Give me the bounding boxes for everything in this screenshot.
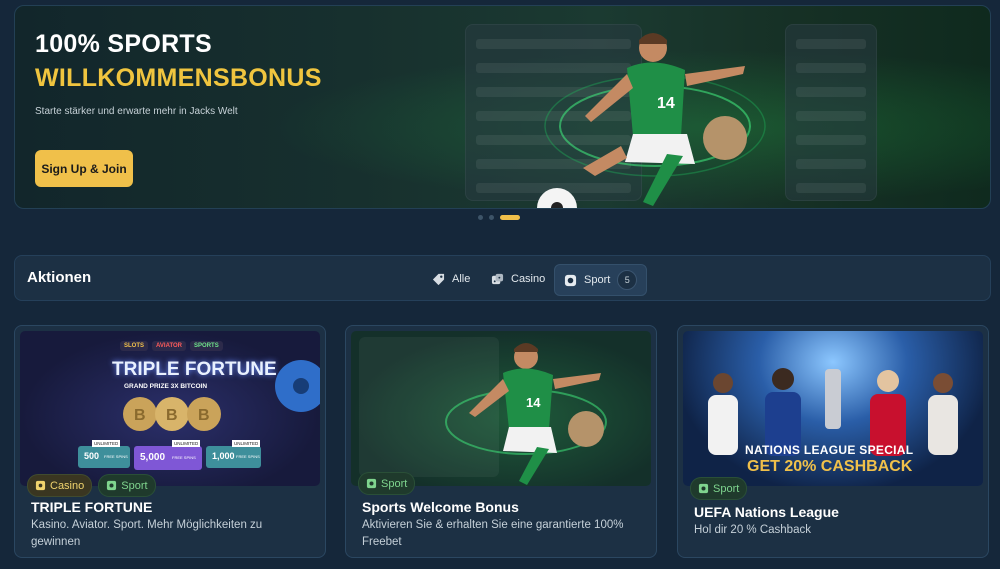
badge-label: Sport — [121, 479, 148, 492]
ticket-value: 5,000 — [140, 452, 166, 463]
carousel-indicator — [478, 215, 520, 220]
ticket-top: UNLIMITED — [92, 440, 121, 447]
tab-sport-label: Sport — [584, 274, 611, 286]
signup-button[interactable]: Sign Up & Join — [35, 150, 133, 187]
triple-fortune-sub: GRAND PRIZE 3X BITCOIN — [124, 383, 208, 390]
ticket-top: UNLIMITED — [232, 440, 261, 447]
sport-icon — [698, 483, 709, 494]
card-badges: Sport — [690, 477, 748, 500]
carousel-dot-active[interactable] — [500, 215, 520, 220]
carousel-dot[interactable] — [478, 215, 483, 220]
promo-line2: GET 20% CASHBACK — [747, 458, 913, 475]
ball-icon — [564, 274, 577, 286]
image-tag: SLOTS — [120, 341, 149, 351]
image-tag: AVIATOR — [152, 341, 187, 351]
sport-icon — [366, 478, 377, 489]
svg-text:B: B — [166, 407, 178, 424]
hero-banner[interactable]: 14 100% SPORTS WILLKOMMENSBONUS Starte s… — [14, 5, 991, 209]
tag-icon — [432, 273, 445, 285]
sport-badge: Sport — [358, 472, 416, 495]
svg-text:B: B — [198, 407, 210, 424]
hero-title-line1: 100% SPORTS — [35, 30, 212, 58]
ticket-label: FREE SPINS — [104, 454, 128, 459]
casino-badge: Casino — [27, 474, 93, 497]
sports-welcome-image: 14 — [351, 331, 651, 486]
odds-mockup-right — [785, 24, 877, 201]
tab-all-label: Alle — [452, 273, 471, 285]
triple-fortune-image: SLOTS AVIATOR SPORTS TRIPLE FORTUNE GRAN… — [20, 331, 320, 486]
badge-label: Casino — [50, 479, 85, 492]
card-badges: Casino Sport — [27, 474, 156, 497]
player-number: 14 — [526, 395, 541, 410]
card-description: Aktivieren Sie & erhalten Sie eine garan… — [362, 519, 624, 548]
image-tag: SPORTS — [190, 341, 223, 351]
player-number: 14 — [657, 95, 675, 112]
promo-card-triple-fortune[interactable]: SLOTS AVIATOR SPORTS TRIPLE FORTUNE GRAN… — [14, 325, 326, 558]
ticket-label: FREE SPINS — [172, 455, 196, 460]
promo-card-sports-welcome[interactable]: 14 Sport Sports Welcome Bonus Aktivieren… — [345, 325, 657, 558]
badge-label: Sport — [713, 482, 740, 495]
card-description: Kasino. Aviator. Sport. Mehr Möglichkeit… — [31, 519, 263, 548]
promo-card-nations-league[interactable]: NATIONS LEAGUE SPECIAL GET 20% CASHBACK … — [677, 325, 989, 558]
card-title: UEFA Nations League — [694, 504, 839, 520]
card-title: TRIPLE FORTUNE — [31, 499, 153, 515]
tab-all[interactable]: Alle — [423, 264, 479, 294]
carousel-dot[interactable] — [489, 215, 494, 220]
ticket-top: UNLIMITED — [172, 440, 201, 447]
dice-icon — [491, 273, 504, 284]
football-player-illustration: 14 — [537, 33, 766, 208]
tab-sport[interactable]: Sport 5 — [554, 264, 648, 296]
free-spins-ticket: UNLIMITED 5,000 FREE SPINS — [134, 440, 202, 470]
sport-count-badge: 5 — [617, 270, 638, 290]
football-decoration — [275, 360, 320, 412]
promotions-title: Aktionen — [27, 269, 92, 286]
promo-line1: NATIONS LEAGUE SPECIAL — [745, 443, 914, 457]
card-description: Hol dir 20 % Cashback — [694, 524, 811, 536]
sport-badge: Sport — [98, 474, 156, 497]
card-badges: Sport — [358, 472, 416, 495]
triple-fortune-headline: TRIPLE FORTUNE — [112, 359, 277, 380]
hero-subtitle: Starte stärker und erwarte mehr in Jacks… — [35, 106, 238, 117]
casino-icon — [35, 480, 46, 491]
badge-label: Sport — [381, 477, 408, 490]
bitcoin-coins: B B B — [123, 397, 221, 431]
sport-badge: Sport — [690, 477, 748, 500]
nations-league-image: NATIONS LEAGUE SPECIAL GET 20% CASHBACK — [683, 331, 983, 486]
sport-icon — [107, 480, 117, 491]
football-player-illustration: 14 — [445, 343, 607, 485]
tab-casino[interactable]: Casino — [482, 264, 554, 294]
ticket-value: 500 — [84, 451, 100, 461]
hero-title-line2: WILLKOMMENSBONUS — [35, 64, 322, 92]
svg-text:B: B — [134, 407, 146, 424]
free-spins-ticket: UNLIMITED 1,000 FREE SPINS — [206, 440, 261, 468]
tab-casino-label: Casino — [511, 273, 546, 285]
players-group-illustration — [708, 368, 958, 456]
promotions-header: Aktionen Alle Casino Sport 5 — [14, 255, 991, 301]
card-title: Sports Welcome Bonus — [362, 499, 519, 515]
free-spins-ticket: UNLIMITED 500 FREE SPINS — [78, 440, 130, 468]
ticket-label: FREE SPINS — [236, 454, 260, 459]
ticket-value: 1,000 — [212, 451, 235, 461]
